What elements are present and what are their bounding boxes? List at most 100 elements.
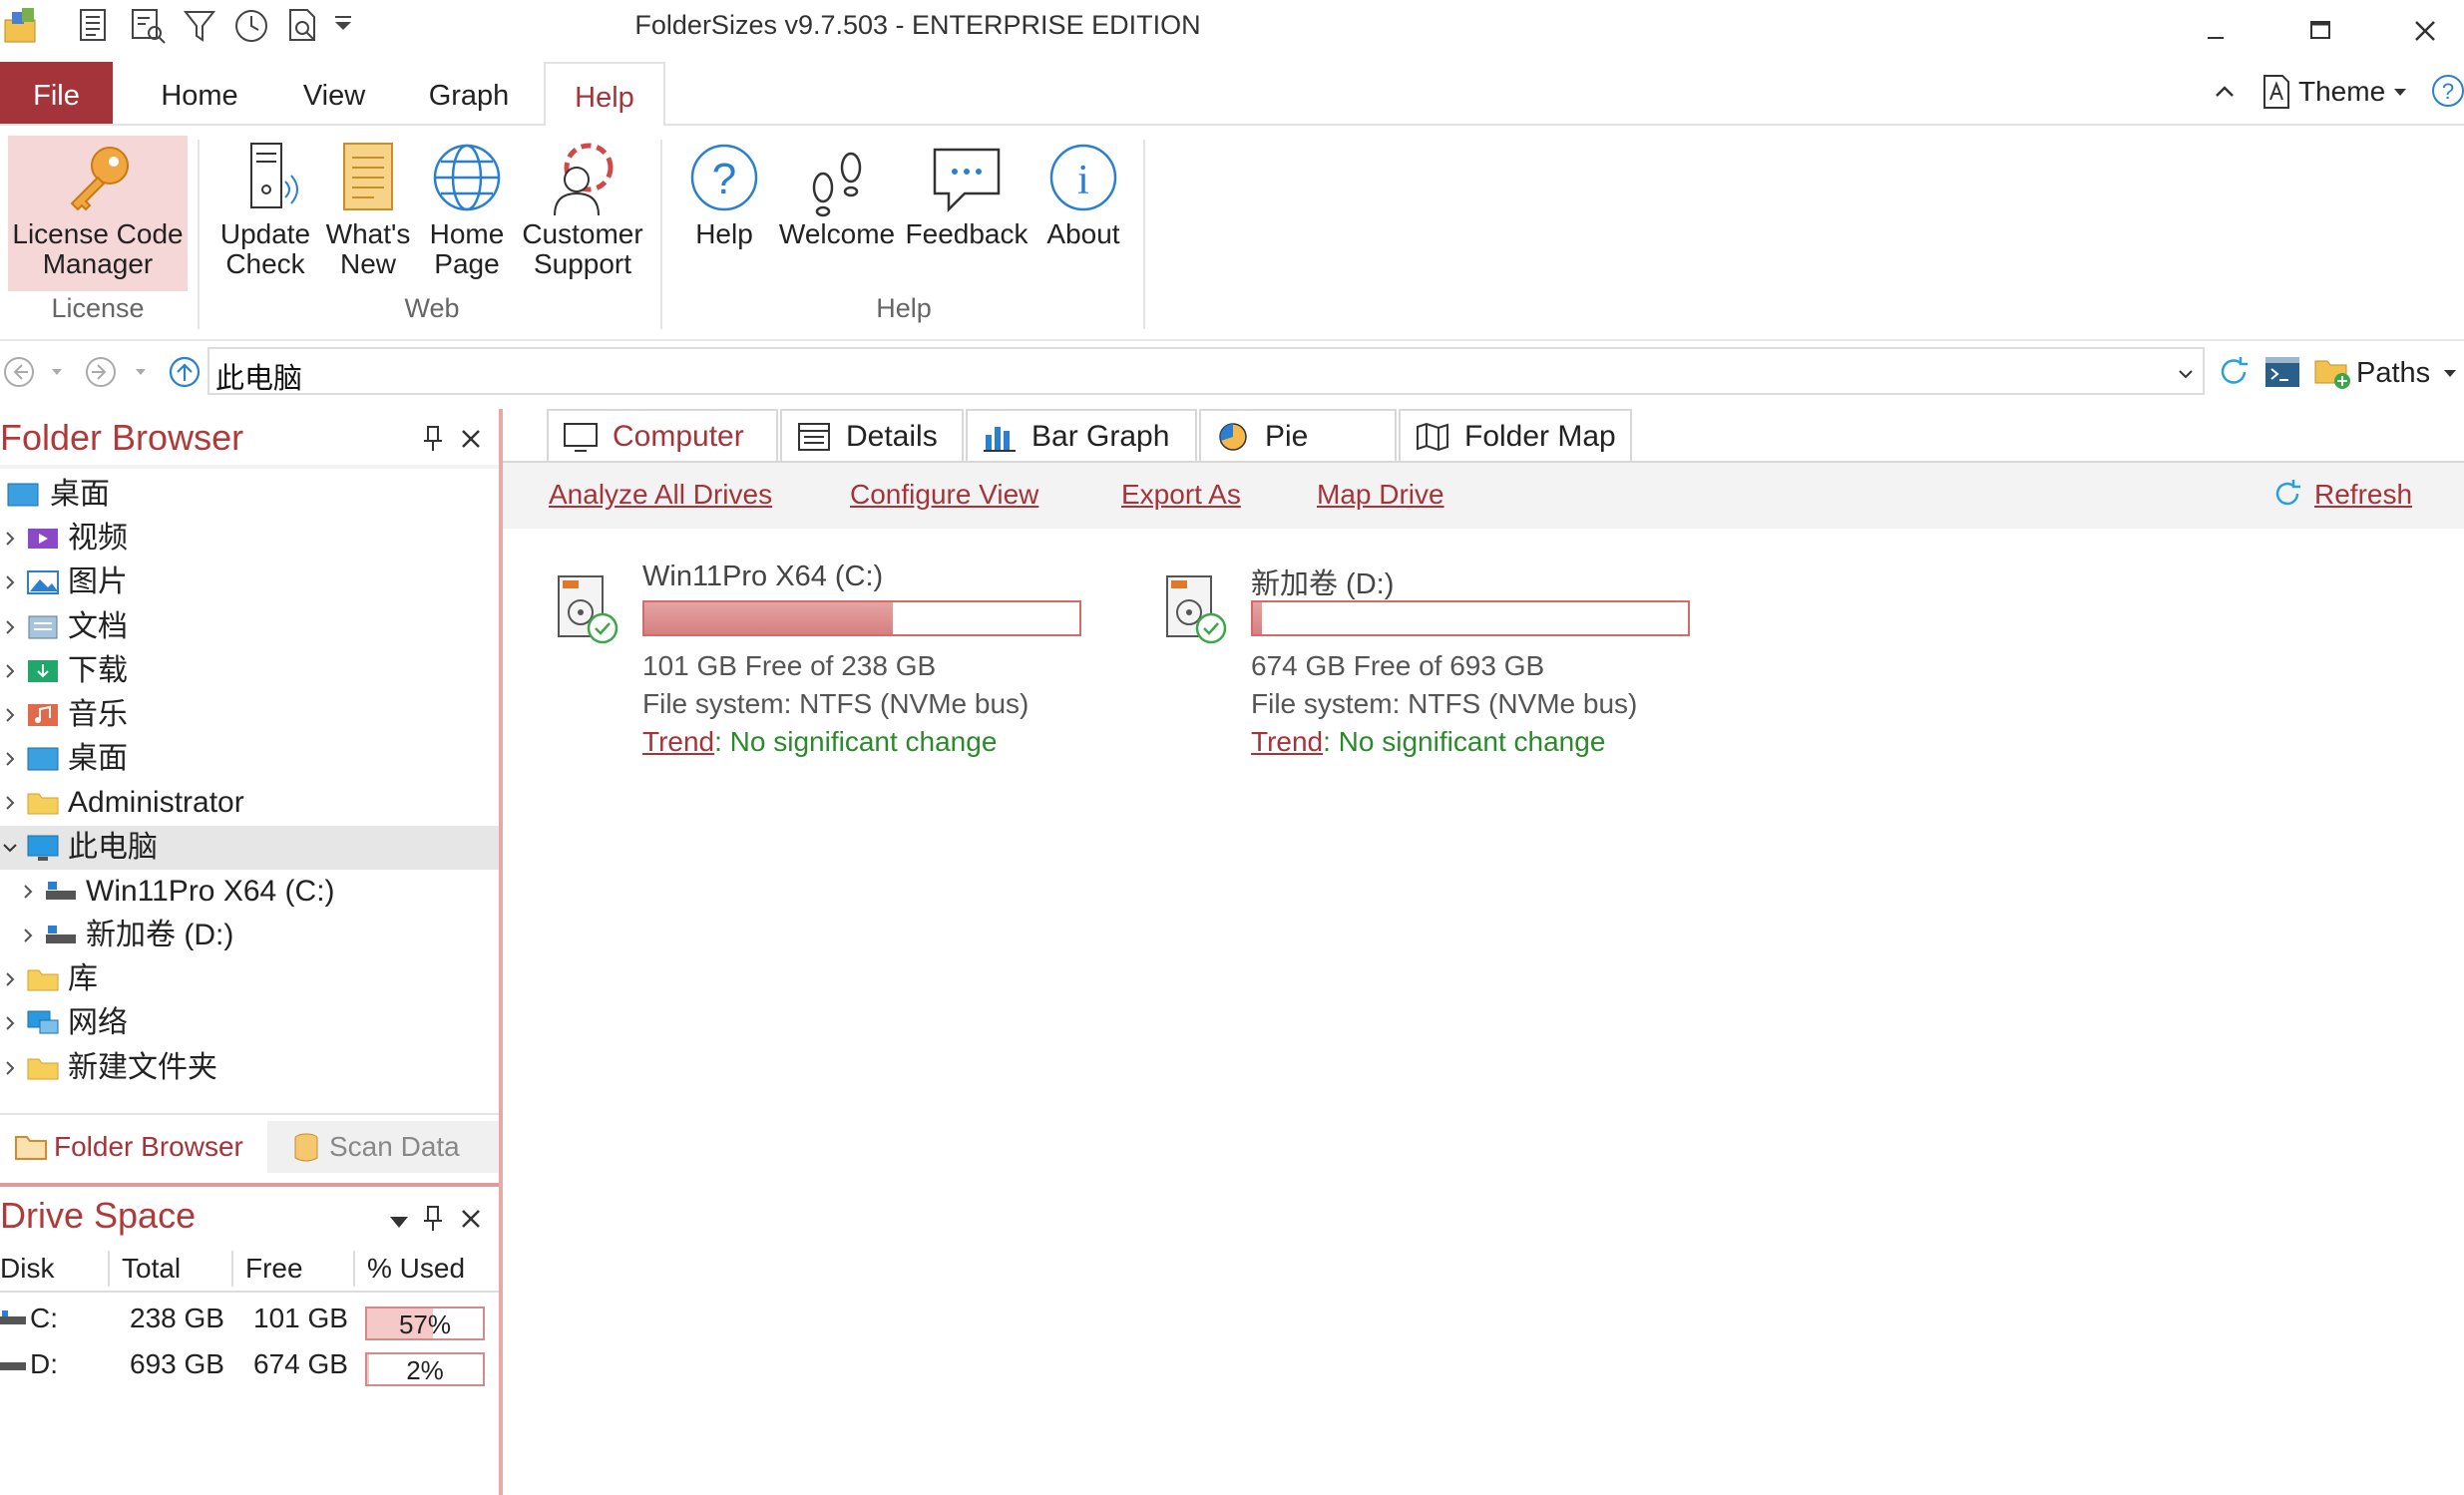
table-row[interactable]: D: 693 GB 674 GB 2% (0, 1344, 499, 1390)
back-dropdown-icon[interactable] (50, 365, 64, 379)
export-as-link[interactable]: Export As (1121, 479, 1241, 511)
scan-data-tab[interactable]: Scan Data (267, 1121, 499, 1173)
license-code-manager-button[interactable]: License Code Manager (6, 138, 190, 285)
chevron-right-icon[interactable] (0, 969, 20, 989)
up-folder-icon[interactable] (168, 355, 202, 389)
chevron-right-icon[interactable] (0, 705, 20, 725)
refresh-icon[interactable] (2270, 477, 2304, 511)
welcome-button[interactable]: Welcome (774, 138, 900, 255)
whats-new-button[interactable]: What's New (317, 138, 419, 285)
trend-link[interactable]: Trend (642, 726, 714, 757)
tree-item[interactable]: 下载 (0, 649, 499, 693)
tree-item-label: 桌面 (50, 478, 110, 511)
drive-space-title: Drive Space (0, 1195, 197, 1236)
chevron-right-icon[interactable] (0, 572, 20, 592)
chevron-right-icon[interactable] (18, 882, 38, 902)
map-drive-link[interactable]: Map Drive (1317, 479, 1444, 511)
free-cell: 101 GB (253, 1303, 348, 1333)
tab-computer[interactable]: Computer (547, 409, 778, 463)
tree-item[interactable]: 网络 (0, 1001, 499, 1045)
chevron-right-icon[interactable] (0, 661, 20, 681)
theme-dropdown-icon[interactable] (2392, 84, 2408, 100)
drive-space-dropdown-icon[interactable] (387, 1213, 411, 1233)
drive-space-close-icon[interactable] (457, 1205, 485, 1233)
chevron-down-icon[interactable] (0, 838, 20, 858)
close-pane-icon[interactable] (457, 425, 485, 453)
svg-text:i: i (1077, 158, 1089, 203)
about-button[interactable]: i About (1033, 138, 1133, 255)
drive-card-c[interactable]: Win11Pro X64 (C:) 101 GB Free of 238 GB … (553, 561, 1111, 760)
configure-view-link[interactable]: Configure View (850, 479, 1038, 511)
drive-usage-bar (1251, 600, 1690, 636)
tree-item[interactable]: 图片 (0, 561, 499, 604)
theme-icon[interactable] (2259, 72, 2294, 112)
chevron-right-icon[interactable] (0, 1013, 20, 1033)
tab-home[interactable]: Home (145, 62, 254, 124)
feedback-button[interactable]: Feedback (900, 138, 1033, 255)
refresh-address-icon[interactable] (2215, 353, 2253, 391)
tab-view[interactable]: View (284, 62, 384, 124)
trend-link[interactable]: Trend (1251, 726, 1323, 757)
tab-graph[interactable]: Graph (414, 62, 524, 124)
tab-file[interactable]: File (0, 62, 113, 124)
tree-item[interactable]: 音乐 (0, 693, 499, 737)
tree-item[interactable]: 视频 (0, 517, 499, 561)
tree-item[interactable]: Administrator (0, 781, 499, 825)
col-total[interactable]: Total (122, 1253, 181, 1285)
home-page-button[interactable]: Home Page (419, 138, 515, 285)
console-icon[interactable] (2262, 353, 2302, 391)
chevron-right-icon[interactable] (0, 1058, 20, 1078)
drive-card-d[interactable]: 新加卷 (D:) 674 GB Free of 693 GB File syst… (1161, 561, 1720, 760)
folder-icon (26, 964, 60, 994)
pin-icon[interactable] (419, 423, 447, 455)
tree-item[interactable]: 此电脑 (0, 825, 499, 870)
tab-pie-graph[interactable]: Pie Graph (1199, 409, 1397, 505)
tab-help[interactable]: Help (544, 62, 665, 128)
help-button[interactable]: ? Help (674, 138, 774, 255)
tree-item-label: 新建文件夹 (68, 1050, 217, 1084)
paths-dropdown-icon[interactable] (2442, 365, 2458, 381)
forward-dropdown-icon[interactable] (134, 365, 148, 379)
tree-item-label: 下载 (68, 653, 128, 687)
tree-item-label: 桌面 (68, 742, 128, 776)
theme-button[interactable]: Theme (2298, 76, 2385, 108)
tree-item[interactable]: 文档 (0, 605, 499, 649)
update-check-button[interactable]: Update Check (211, 138, 319, 285)
help-circle-icon[interactable]: ? (2430, 72, 2464, 110)
folder-browser-tab[interactable]: Folder Browser (0, 1121, 265, 1173)
used-bar-fill (367, 1354, 370, 1384)
customer-support-button[interactable]: Customer Support (515, 138, 650, 285)
col-disk[interactable]: Disk (0, 1253, 54, 1285)
col-percent-used[interactable]: % Used (367, 1253, 465, 1285)
chevron-right-icon[interactable] (18, 926, 38, 945)
chevron-right-icon[interactable] (0, 617, 20, 637)
tree-item[interactable]: 库 (0, 957, 499, 1001)
back-icon[interactable] (2, 355, 36, 389)
table-row[interactable]: C: 238 GB 101 GB 57% (0, 1299, 499, 1344)
drive-name: Win11Pro X64 (C:) (642, 561, 884, 592)
chevron-right-icon[interactable] (0, 793, 20, 813)
tree-item[interactable]: 新建文件夹 (0, 1046, 499, 1090)
address-dropdown-icon[interactable] (2175, 363, 2197, 385)
tab-bar-graph[interactable]: Bar Graph (966, 409, 1197, 461)
paths-button[interactable]: Paths (2356, 357, 2430, 390)
forward-icon[interactable] (84, 355, 118, 389)
collapse-ribbon-icon[interactable] (2209, 76, 2241, 108)
refresh-link[interactable]: Refresh (2314, 479, 2412, 511)
license-code-manager-label: License Code Manager (12, 218, 184, 279)
drive-space-pin-icon[interactable] (419, 1203, 447, 1235)
tab-folder-map[interactable]: Folder Map (1399, 409, 1632, 461)
chevron-right-icon[interactable] (0, 749, 20, 769)
address-input[interactable] (207, 347, 2205, 395)
minimize-button[interactable] (2181, 4, 2251, 54)
analyze-all-drives-link[interactable]: Analyze All Drives (549, 479, 772, 511)
tree-item[interactable]: 桌面 (0, 737, 499, 781)
tree-item[interactable]: 桌面 (0, 473, 499, 517)
maximize-button[interactable] (2284, 4, 2354, 54)
col-free[interactable]: Free (245, 1253, 303, 1285)
tree-item[interactable]: Win11Pro X64 (C:) (0, 870, 499, 914)
tree-item[interactable]: 新加卷 (D:) (0, 914, 499, 957)
chevron-right-icon[interactable] (0, 529, 20, 549)
close-button[interactable] (2390, 4, 2460, 54)
tab-details[interactable]: Details (780, 409, 964, 461)
